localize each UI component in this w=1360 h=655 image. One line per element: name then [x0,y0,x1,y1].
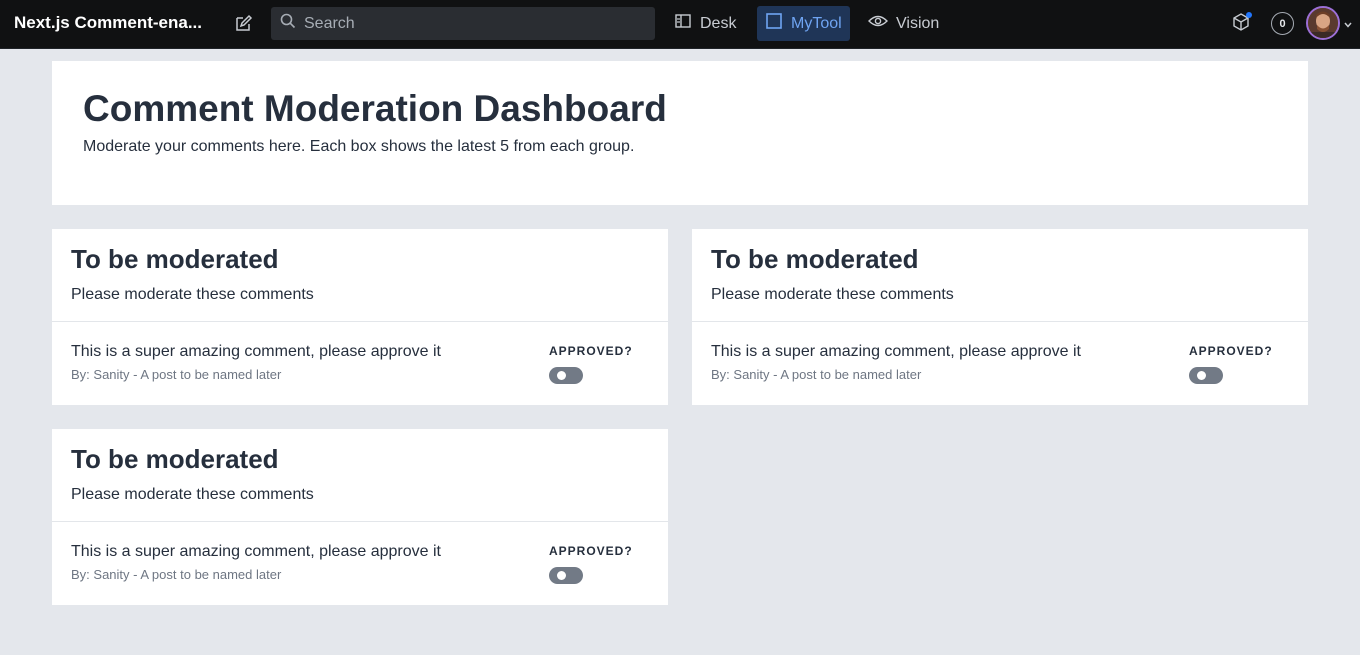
avatar[interactable] [1306,6,1340,40]
toggle-knob [557,571,566,580]
compose-icon[interactable] [230,11,256,37]
package-status-icon[interactable] [1231,11,1253,40]
comment-group-card: To be moderated Please moderate these co… [52,229,668,405]
comment-meta: By: Sanity - A post to be named later [71,367,282,382]
search-box[interactable] [271,7,655,40]
search-input[interactable] [304,14,644,33]
app-title[interactable]: Next.js Comment-ena... [14,13,204,33]
divider [52,521,668,522]
square-icon [765,12,783,35]
comment-group-card: To be moderated Please moderate these co… [692,229,1308,405]
chevron-down-icon[interactable] [1343,17,1353,35]
group-subtitle: Please moderate these comments [71,286,314,303]
divider [692,321,1308,322]
tab-desk-label: Desk [700,14,737,32]
group-subtitle: Please moderate these comments [711,286,954,303]
toggle-knob [1197,371,1206,380]
tab-vision[interactable]: Vision [860,6,947,41]
toggle-knob [557,371,566,380]
comment-group-card: To be moderated Please moderate these co… [52,429,668,605]
group-subtitle: Please moderate these comments [71,486,314,503]
page-title: Comment Moderation Dashboard [83,88,667,129]
tab-desk[interactable]: Desk [666,6,744,41]
comment-meta: By: Sanity - A post to be named later [711,367,922,382]
dashboard-header: Comment Moderation Dashboard Moderate yo… [52,61,1308,205]
comment-text: This is a super amazing comment, please … [711,343,1081,360]
comment-meta: By: Sanity - A post to be named later [71,567,282,582]
comment-text: This is a super amazing comment, please … [71,543,441,560]
approved-toggle[interactable] [549,367,583,384]
top-navbar: Next.js Comment-ena... Desk [0,0,1360,49]
approved-label: APPROVED? [549,344,633,358]
desk-icon [674,12,692,35]
approved-toggle[interactable] [549,567,583,584]
group-title: To be moderated [71,244,279,274]
approved-label: APPROVED? [549,544,633,558]
eye-icon [868,12,888,35]
search-icon [280,13,296,34]
notification-count-badge[interactable]: 0 [1271,12,1294,35]
comment-text: This is a super amazing comment, please … [71,343,441,360]
approved-label: APPROVED? [1189,344,1273,358]
tab-vision-label: Vision [896,14,940,32]
page-description: Moderate your comments here. Each box sh… [83,138,635,155]
tab-mytool[interactable]: MyTool [757,6,850,41]
tab-mytool-label: MyTool [791,14,842,32]
divider [52,321,668,322]
group-title: To be moderated [711,244,919,274]
approved-toggle[interactable] [1189,367,1223,384]
group-title: To be moderated [71,444,279,474]
